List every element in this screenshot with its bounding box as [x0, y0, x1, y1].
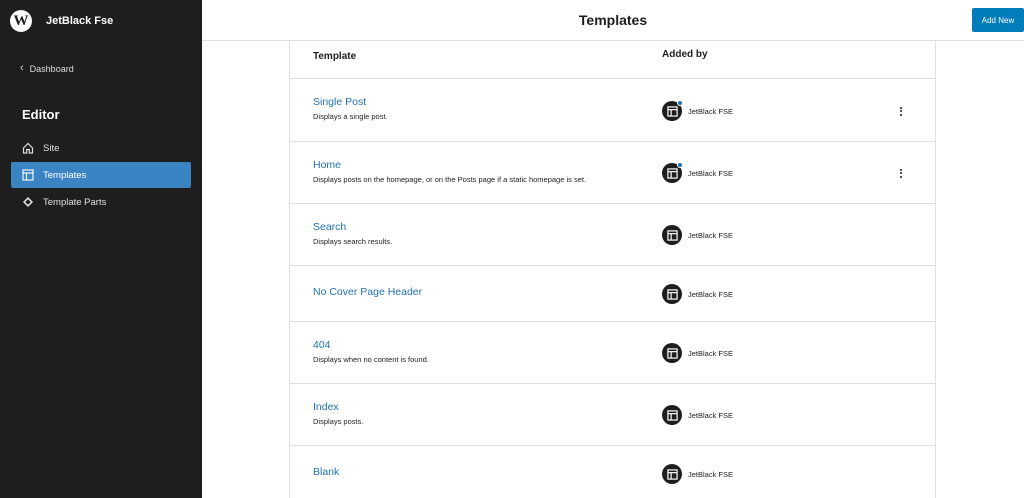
table-body: Single Post Displays a single post. JetBla… — [290, 79, 935, 498]
table-row: No Cover Page Header JetBlack FSE — [290, 266, 935, 322]
template-description: Displays search results. — [313, 237, 393, 246]
author-name: JetBlack FSE — [688, 348, 734, 358]
author-cell: JetBlack FSE — [662, 343, 733, 363]
author-name: JetBlack FSE — [688, 230, 734, 240]
symbol-diamond-icon — [23, 197, 33, 207]
sidebar-item-label: Templates — [43, 169, 87, 181]
layout-icon — [666, 409, 678, 421]
template-name-link[interactable]: Search — [313, 221, 346, 233]
table-row: Blank JetBlack FSE — [290, 446, 935, 498]
author-cell: JetBlack FSE — [662, 464, 733, 484]
template-name-link[interactable]: Index — [313, 401, 339, 413]
chevron-left-icon: ‹ — [20, 62, 24, 74]
sidebar-item-site[interactable]: Site — [11, 135, 191, 161]
author-cell: JetBlack FSE — [662, 405, 733, 425]
author-cell: JetBlack FSE — [662, 162, 734, 183]
home-icon — [22, 142, 34, 154]
templates-table: Template Added by Single Post Displays a … — [289, 41, 936, 498]
theme-avatar — [662, 162, 683, 183]
layout-icon — [666, 105, 678, 117]
template-name-link[interactable]: Blank — [313, 466, 339, 478]
template-name-link[interactable]: 404 — [313, 339, 331, 351]
table-row: Home Displays posts on the homepage, or o… — [290, 142, 935, 204]
table-row: Single Post Displays a single post. JetBla… — [290, 79, 935, 142]
sidebar-item-templates[interactable]: Templates — [11, 162, 191, 188]
template-description: Displays a single post. — [313, 112, 388, 121]
table-row: 404 Displays when no content is found. Jet… — [290, 322, 935, 384]
layout-icon — [666, 347, 678, 359]
template-name-link[interactable]: Single Post — [313, 96, 366, 108]
template-description: Displays when no content is found. — [313, 355, 429, 364]
sidebar: W JetBlack Fse ‹ Dashboard Editor Site T… — [0, 0, 202, 498]
add-new-button[interactable]: Add New — [972, 8, 1024, 32]
site-hub: W JetBlack Fse — [10, 9, 113, 33]
template-description: Displays posts. — [313, 417, 364, 426]
back-label: Dashboard — [29, 63, 74, 74]
sidebar-item-label: Template Parts — [43, 196, 107, 208]
template-description: Displays posts on the homepage, or on th… — [313, 175, 587, 184]
template-name-link[interactable]: No Cover Page Header — [313, 286, 422, 298]
layout-icon — [666, 167, 678, 179]
layout-icon — [22, 169, 34, 181]
author-name: JetBlack FSE — [688, 168, 734, 178]
site-editor: W JetBlack Fse ‹ Dashboard Editor Site T… — [0, 0, 1024, 498]
theme-avatar — [662, 225, 682, 245]
sidebar-nav: Site Templates Template Parts — [11, 135, 191, 216]
author-cell: JetBlack FSE — [662, 284, 733, 304]
theme-avatar — [662, 405, 682, 425]
customized-indicator — [677, 100, 683, 106]
author-name: JetBlack FSE — [688, 469, 734, 479]
table-row: Index Displays posts. JetBlack FSE — [290, 384, 935, 446]
theme-avatar — [662, 100, 683, 121]
customized-indicator — [677, 162, 683, 168]
author-name: JetBlack FSE — [688, 289, 734, 299]
sidebar-item-template-parts[interactable]: Template Parts — [11, 189, 191, 215]
theme-avatar — [662, 464, 682, 484]
page-header: Templates Add New — [202, 0, 1024, 41]
layout-icon — [666, 468, 678, 480]
author-cell: JetBlack FSE — [662, 225, 733, 245]
sidebar-section-title: Editor — [22, 107, 60, 122]
theme-avatar — [662, 284, 682, 304]
more-actions-icon[interactable] — [894, 104, 908, 118]
layout-icon — [666, 288, 678, 300]
page-title: Templates — [578, 12, 648, 28]
column-header-template: Template — [313, 51, 357, 62]
column-header-added-by: Added by — [662, 49, 708, 60]
more-actions-icon[interactable] — [894, 166, 908, 180]
table-row: Search Displays search results. JetBlack F… — [290, 204, 935, 266]
sidebar-item-label: Site — [43, 142, 60, 154]
wordpress-logo-icon[interactable]: W — [10, 10, 32, 32]
template-name-link[interactable]: Home — [313, 159, 341, 171]
author-cell: JetBlack FSE — [662, 100, 734, 121]
layout-icon — [666, 229, 678, 241]
site-title: JetBlack Fse — [46, 15, 114, 27]
back-to-dashboard-link[interactable]: ‹ Dashboard — [20, 63, 74, 74]
author-name: JetBlack FSE — [688, 410, 734, 420]
table-header: Template Added by — [290, 41, 935, 79]
author-name: JetBlack FSE — [688, 106, 734, 116]
theme-avatar — [662, 343, 682, 363]
